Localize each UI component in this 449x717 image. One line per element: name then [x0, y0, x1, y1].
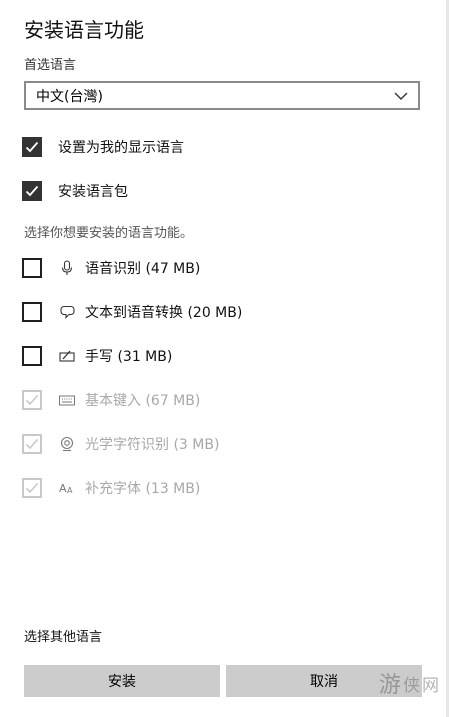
chevron-down-icon	[394, 92, 408, 100]
language-pack-checkbox-row[interactable]: 安装语言包	[22, 181, 128, 201]
feature-basic-typing-label: 基本键入 (67 MB)	[85, 393, 201, 409]
feature-speech-recognition-checkbox[interactable]	[22, 258, 42, 278]
pen-icon	[58, 347, 76, 365]
feature-fonts-checkbox	[22, 478, 42, 498]
speech-bubble-icon	[58, 303, 76, 321]
feature-fonts-label: 补充字体 (13 MB)	[85, 481, 201, 497]
feature-tts-checkbox[interactable]	[22, 302, 42, 322]
feature-handwriting-checkbox[interactable]	[22, 346, 42, 366]
display-language-checkbox[interactable]	[22, 137, 42, 157]
feature-ocr-checkbox	[22, 434, 42, 454]
choose-other-language-link[interactable]: 选择其他语言	[24, 626, 102, 645]
features-hint: 选择你想要安装的语言功能。	[24, 226, 194, 241]
display-language-label: 设置为我的显示语言	[58, 140, 184, 156]
feature-tts-label: 文本到语音转换 (20 MB)	[85, 305, 243, 321]
feature-ocr-label: 光学字符识别 (3 MB)	[85, 437, 220, 453]
watermark-logo: 游 侠网	[379, 667, 441, 699]
feature-handwriting-row[interactable]: 手写 (31 MB)	[22, 346, 172, 366]
preferred-language-label: 首选语言	[24, 58, 77, 73]
watermark-glyph: 游	[378, 673, 401, 698]
svg-text:A: A	[59, 482, 67, 495]
dialog-title: 安装语言功能	[24, 18, 144, 42]
language-select-value: 中文(台灣)	[36, 88, 103, 105]
camera-icon	[58, 435, 76, 453]
svg-text:A: A	[67, 486, 73, 495]
language-select[interactable]: 中文(台灣)	[24, 81, 420, 110]
feature-basic-typing-row: 基本键入 (67 MB)	[22, 390, 200, 410]
feature-fonts-row: AA 补充字体 (13 MB)	[22, 478, 200, 498]
font-icon: AA	[58, 479, 76, 497]
language-pack-checkbox[interactable]	[22, 181, 42, 201]
watermark-text: 侠网	[403, 675, 441, 696]
display-language-checkbox-row[interactable]: 设置为我的显示语言	[22, 137, 184, 157]
feature-basic-typing-checkbox	[22, 390, 42, 410]
feature-ocr-row: 光学字符识别 (3 MB)	[22, 434, 219, 454]
feature-tts-row[interactable]: 文本到语音转换 (20 MB)	[22, 302, 242, 322]
language-pack-label: 安装语言包	[58, 184, 128, 200]
microphone-icon	[58, 259, 76, 277]
feature-handwriting-label: 手写 (31 MB)	[85, 349, 173, 365]
feature-speech-recognition-row[interactable]: 语音识别 (47 MB)	[22, 258, 200, 278]
keyboard-icon	[58, 391, 76, 409]
feature-speech-recognition-label: 语音识别 (47 MB)	[85, 261, 201, 277]
install-button[interactable]: 安装	[24, 665, 220, 697]
